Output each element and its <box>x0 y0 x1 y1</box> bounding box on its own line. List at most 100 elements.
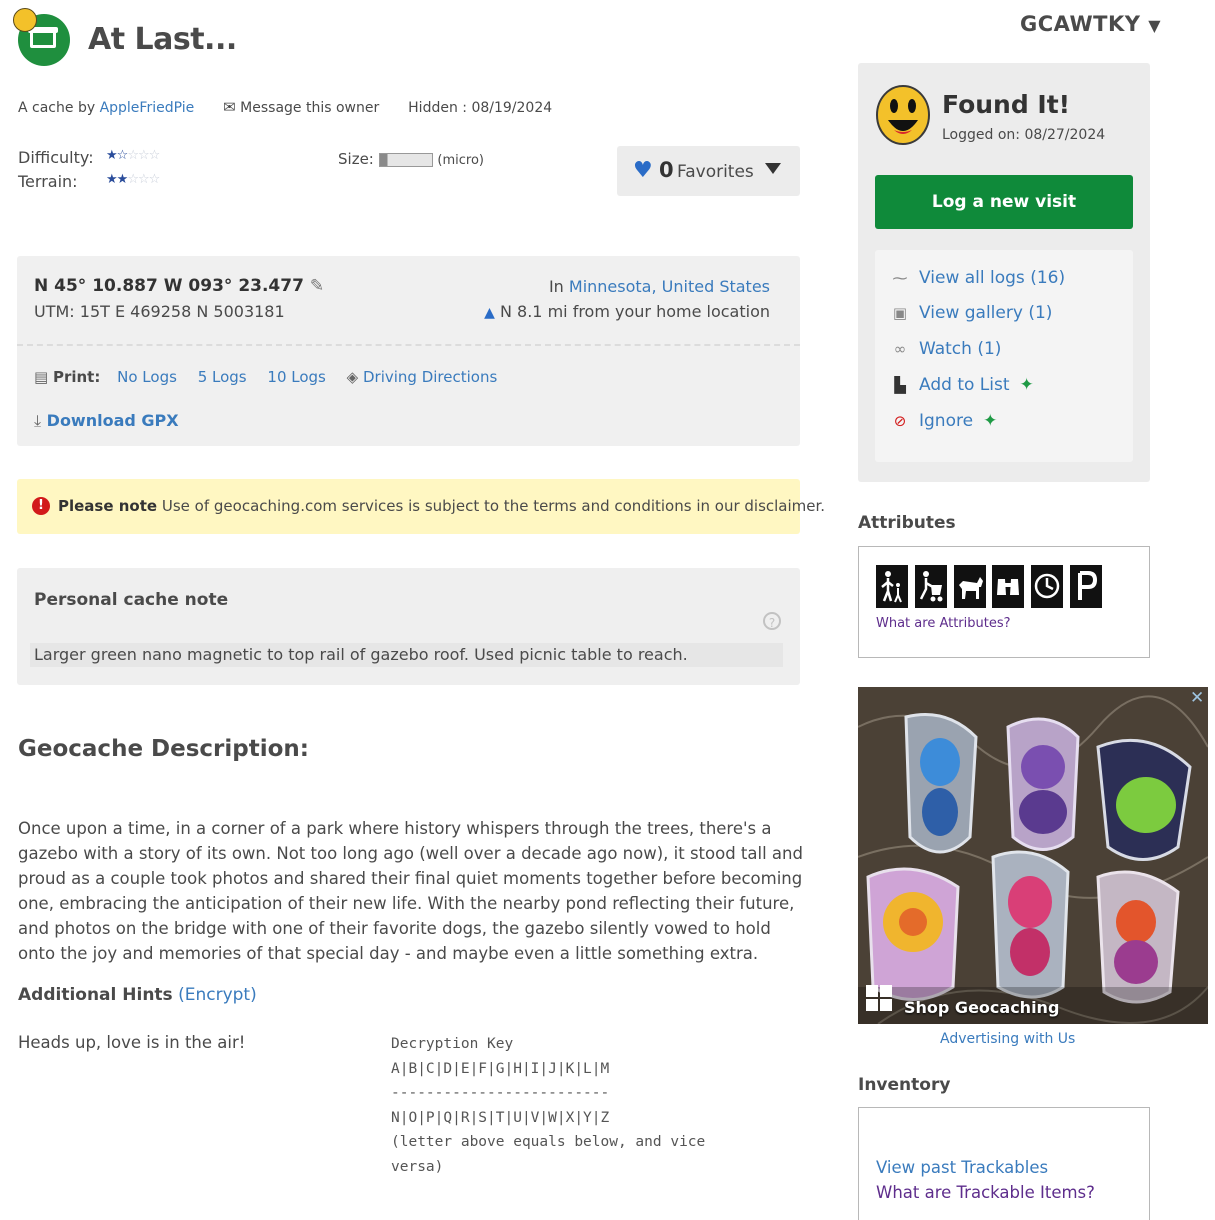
inventory-heading: Inventory <box>858 1075 951 1095</box>
key-row-2: N|O|P|Q|R|S|T|U|V|W|X|Y|Z <box>391 1109 610 1126</box>
state-link[interactable]: Minnesota <box>569 277 652 296</box>
notice-bold: Please note <box>58 497 158 515</box>
binoculars-icon: ∞ <box>893 340 907 358</box>
watch-link[interactable]: ∞ Watch (1) <box>890 339 1002 359</box>
download-icon: ⤓ <box>34 411 42 430</box>
scenic-view-icon[interactable] <box>992 565 1025 608</box>
list-icon: ▙ <box>894 376 906 394</box>
owner-link[interactable]: AppleFriedPie <box>100 100 195 116</box>
hint-text: Heads up, love is in the air! <box>18 1033 246 1052</box>
description-text: Once upon a time, in a corner of a park … <box>18 819 803 963</box>
owner-prefix: A cache by <box>18 100 96 116</box>
stroller-icon[interactable] <box>914 565 947 608</box>
hints-heading: Additional Hints <box>18 985 173 1005</box>
terrain-label: Terrain: <box>18 172 78 191</box>
directions-icon: ◈ <box>346 368 359 386</box>
print-5-logs[interactable]: 5 Logs <box>198 368 247 386</box>
utm-coordinates: UTM: 15T E 469258 N 5003181 <box>34 302 285 321</box>
description-heading: Geocache Description: <box>18 736 310 762</box>
ad-caption: Shop Geocaching <box>904 998 1060 1017</box>
notice-text: Please note Use of geocaching.com servic… <box>58 497 825 515</box>
premium-sparkle-icon: ✦ <box>983 411 998 431</box>
quick-cache-icon[interactable] <box>1031 565 1064 608</box>
printer-icon: ▤ <box>34 368 49 386</box>
direction-arrow-icon: ▲ <box>484 305 495 321</box>
view-gallery-label: View gallery (1) <box>919 303 1053 323</box>
encrypt-link[interactable]: (Encrypt) <box>178 985 257 1005</box>
advertisement-image[interactable] <box>858 687 1208 1024</box>
attribute-icons <box>876 565 1104 608</box>
print-10-logs[interactable]: 10 Logs <box>267 368 325 386</box>
advertising-link[interactable]: Advertising with Us <box>940 1031 1075 1047</box>
view-all-logs-link[interactable]: ⁓ View all logs (16) <box>890 268 1066 288</box>
message-icon: ✉ <box>223 98 236 116</box>
gc-code-dropdown[interactable]: GCAWTKY ▼ <box>1020 12 1161 36</box>
favorites-count: 0 <box>659 158 674 182</box>
logged-date: Logged on: 08/27/2024 <box>942 127 1106 143</box>
cache-size: Size: (micro) <box>338 150 484 168</box>
home-distance: ▲ N 8.1 mi from your home location <box>484 302 770 321</box>
ignore-link[interactable]: ⊘ Ignore ✦ <box>890 411 998 431</box>
decryption-key: Decryption Key A|B|C|D|E|F|G|H|I|J|K|L|M -… <box>391 1032 705 1179</box>
found-it-smiley-icon <box>876 85 930 145</box>
heart-icon: ♥ <box>633 158 653 183</box>
attributes-heading: Attributes <box>858 513 956 533</box>
print-no-logs[interactable]: No Logs <box>117 368 177 386</box>
dogs-icon[interactable] <box>953 565 986 608</box>
trackable-info-link[interactable]: What are Trackable Items? <box>876 1183 1095 1202</box>
help-icon[interactable]: ? <box>763 612 781 630</box>
view-gallery-link[interactable]: ▣ View gallery (1) <box>890 303 1053 323</box>
message-owner-link[interactable]: Message this owner <box>240 100 379 116</box>
kids-icon[interactable] <box>876 565 908 608</box>
ignore-icon: ⊘ <box>893 412 907 430</box>
difficulty-stars: ★☆☆☆☆ <box>106 148 160 163</box>
key-divider: ------------------------- <box>391 1085 610 1101</box>
pencil-icon[interactable]: ✎ <box>310 276 324 296</box>
gc-code: GCAWTKY <box>1020 12 1141 36</box>
key-title: Decryption Key <box>391 1036 514 1052</box>
what-are-attributes-link[interactable]: What are Attributes? <box>876 616 1011 631</box>
view-past-trackables-link[interactable]: View past Trackables <box>876 1158 1048 1177</box>
print-options: ▤ Print: No Logs 5 Logs 10 Logs ◈ Drivin… <box>34 368 497 386</box>
driving-directions-link[interactable]: Driving Directions <box>363 368 497 386</box>
keychain-figure <box>904 713 978 854</box>
favorites-button[interactable]: ♥ 0 Favorites <box>617 146 800 196</box>
download-gpx-link[interactable]: ⤓ Download GPX <box>34 411 179 431</box>
alert-icon: ! <box>32 497 50 515</box>
key-note-1: (letter above equals below, and vice <box>391 1134 706 1150</box>
found-it-heading: Found It! <box>942 90 1071 119</box>
location-prefix: In <box>548 277 564 296</box>
size-text: (micro) <box>437 153 485 168</box>
terrain-stars: ★★☆☆☆ <box>106 172 160 187</box>
parking-icon[interactable] <box>1069 565 1102 608</box>
premium-sparkle-icon: ✦ <box>1019 375 1034 395</box>
personal-note-text[interactable]: Larger green nano magnetic to top rail o… <box>30 643 783 667</box>
favorites-label: Favorites <box>677 162 754 182</box>
hints-heading-row: Additional Hints (Encrypt) <box>18 985 257 1005</box>
print-label: Print: <box>52 368 101 386</box>
found-smiley-icon <box>13 8 37 32</box>
download-gpx-label: Download GPX <box>46 411 179 430</box>
ignore-label: Ignore <box>919 411 974 431</box>
add-to-list-link[interactable]: ▙ Add to List ✦ <box>890 375 1034 395</box>
hidden-date: Hidden : 08/19/2024 <box>408 100 553 116</box>
cache-title: At Last... <box>88 22 237 57</box>
location: In Minnesota, United States <box>548 277 770 296</box>
key-note-2: versa) <box>391 1158 444 1175</box>
key-row-1: A|B|C|D|E|F|G|H|I|J|K|L|M <box>391 1060 610 1077</box>
watch-label: Watch (1) <box>919 339 1002 359</box>
view-logs-label: View all logs (16) <box>919 268 1066 288</box>
activity-icon: ⁓ <box>892 269 908 287</box>
add-to-list-label: Add to List <box>919 375 1010 395</box>
personal-note-panel <box>17 568 800 685</box>
home-distance-text: N 8.1 mi from your home location <box>499 302 770 321</box>
size-bar-icon <box>378 152 433 167</box>
notice-body: Use of geocaching.com services is subjec… <box>161 497 826 515</box>
cache-meta: A cache by AppleFriedPie ✉ Message this … <box>18 98 552 116</box>
size-label: Size: <box>338 150 374 168</box>
chevron-down-icon: ▼ <box>1148 16 1162 35</box>
close-ad-icon[interactable]: ✕ <box>1190 688 1204 708</box>
log-new-visit-button[interactable]: Log a new visit <box>875 175 1133 229</box>
country-link[interactable]: United States <box>662 277 770 296</box>
personal-note-title: Personal cache note <box>34 590 229 610</box>
